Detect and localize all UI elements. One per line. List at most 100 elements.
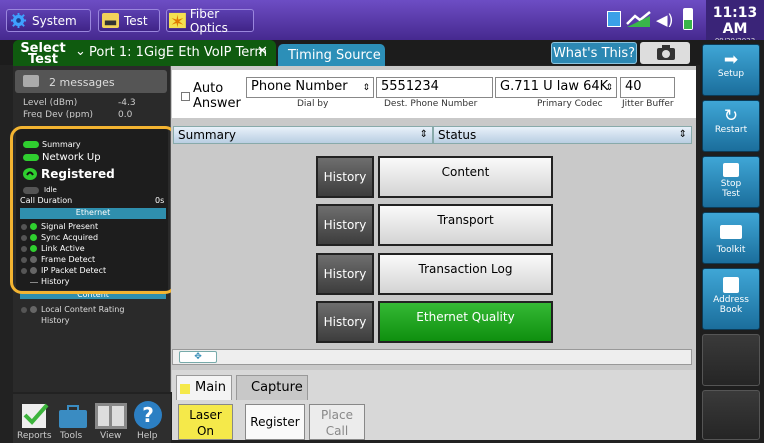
content-history-button[interactable]: History bbox=[316, 156, 374, 198]
messages-label: 2 messages bbox=[49, 76, 115, 89]
whats-this-button[interactable]: What's This? bbox=[551, 42, 637, 64]
place-call-line2: Call bbox=[325, 424, 349, 438]
svg-text:?: ? bbox=[142, 403, 154, 427]
setup-button[interactable]: ➡ Setup bbox=[702, 44, 760, 96]
dropdown-arrow-icon: ⇕ bbox=[678, 129, 687, 140]
fiber-optics-button[interactable]: Fiber Optics bbox=[166, 6, 254, 35]
fiber-burst-icon bbox=[169, 12, 186, 29]
transaction-log-button[interactable]: Transaction Log bbox=[378, 253, 553, 295]
auto-answer-line2: Answer bbox=[193, 96, 241, 111]
auto-answer-checkbox[interactable] bbox=[181, 92, 190, 101]
camera-icon bbox=[657, 45, 675, 60]
address-book-line2: Book bbox=[719, 305, 743, 315]
dial-by-label: Dial by bbox=[297, 99, 329, 109]
dest-phone-input[interactable]: 5551234 bbox=[376, 77, 493, 98]
freq-value: 0.0 bbox=[118, 110, 133, 118]
level-value: -4.3 bbox=[118, 98, 136, 108]
dest-phone-label: Dest. Phone Number bbox=[384, 99, 478, 109]
highlight-box bbox=[10, 126, 177, 294]
vnc-icon[interactable] bbox=[607, 11, 621, 27]
network-icon bbox=[626, 10, 652, 28]
select-test-button[interactable]: Select Test bbox=[13, 40, 73, 68]
content-rating-history-led bbox=[21, 307, 27, 313]
help-button[interactable]: ? bbox=[133, 400, 163, 430]
stop-test-line1: Stop bbox=[720, 179, 742, 189]
level-label: Level (dBm) bbox=[23, 98, 78, 108]
status-select-value: Status bbox=[438, 128, 477, 142]
toolkit-icon bbox=[720, 225, 742, 239]
main-tab-indicator bbox=[180, 384, 190, 394]
battery-icon bbox=[683, 8, 693, 30]
place-call-line1: Place bbox=[321, 408, 353, 422]
system-label: System bbox=[32, 13, 77, 28]
transaction-log-history-button[interactable]: History bbox=[316, 253, 374, 295]
status-select[interactable]: Status ⇕ bbox=[433, 126, 692, 144]
tools-button[interactable] bbox=[58, 405, 88, 429]
reports-button[interactable] bbox=[20, 400, 50, 430]
gear-icon bbox=[10, 12, 27, 29]
system-button[interactable]: System bbox=[6, 9, 91, 32]
content-button[interactable]: Content bbox=[378, 156, 553, 198]
ethernet-quality-history-button[interactable]: History bbox=[316, 301, 374, 343]
laser-on-button[interactable]: Laser On bbox=[178, 404, 233, 440]
speaker-icon[interactable]: ◀) bbox=[656, 11, 674, 29]
toolkit-label: Toolkit bbox=[716, 245, 746, 255]
auto-answer-label: Auto Answer bbox=[193, 81, 241, 111]
reports-label: Reports bbox=[17, 431, 52, 441]
laser-line2: On bbox=[196, 424, 215, 438]
transport-history-button[interactable]: History bbox=[316, 204, 374, 246]
summary-select[interactable]: Summary ⇕ bbox=[173, 126, 433, 144]
content-rating-led bbox=[30, 306, 37, 313]
dropdown-arrow-icon: ⇕ bbox=[362, 83, 370, 93]
transport-button[interactable]: Transport bbox=[378, 204, 553, 246]
messages-button[interactable]: 2 messages bbox=[15, 70, 167, 93]
view-layout-icon bbox=[95, 403, 127, 429]
jitter-buffer-label: Jitter Buffer bbox=[622, 99, 674, 109]
reports-icon bbox=[22, 403, 49, 428]
screenshot-button[interactable] bbox=[640, 42, 690, 64]
fiber-optics-label: Fiber Optics bbox=[189, 6, 228, 35]
view-label: View bbox=[100, 431, 122, 441]
codec-select[interactable]: G.711 U law 64K ⇕ bbox=[495, 77, 617, 98]
results-scrollbar[interactable]: ✥ bbox=[172, 349, 692, 365]
stop-test-button[interactable]: Stop Test bbox=[702, 156, 760, 208]
content-item-local-rating: Local Content Rating bbox=[41, 305, 125, 314]
content-item-history: History bbox=[41, 316, 70, 325]
ethernet-quality-button[interactable]: Ethernet Quality bbox=[378, 301, 553, 343]
test-label: Test bbox=[124, 13, 148, 28]
toolkit-button[interactable]: Toolkit bbox=[702, 212, 760, 264]
stop-icon bbox=[723, 163, 739, 177]
jitter-buffer-input[interactable]: 40 bbox=[620, 77, 675, 98]
view-button[interactable] bbox=[94, 402, 128, 430]
empty-slot-button-2 bbox=[702, 390, 760, 440]
auto-answer-line1: Auto bbox=[193, 81, 224, 96]
tab-capture[interactable]: Capture bbox=[236, 375, 308, 400]
codec-value: G.711 U law 64K bbox=[500, 79, 609, 94]
tools-label: Tools bbox=[60, 431, 83, 441]
dropdown-arrow-icon: ⇕ bbox=[605, 83, 613, 93]
tab-timing-source[interactable]: Timing Source bbox=[278, 44, 385, 66]
chevron-down-icon: ⌄ bbox=[75, 44, 86, 59]
move-handle-icon[interactable]: ✥ bbox=[179, 351, 217, 363]
arrow-right-icon: ➡ bbox=[723, 50, 739, 70]
empty-slot-button bbox=[702, 334, 760, 386]
dropdown-arrow-icon: ⇕ bbox=[419, 129, 428, 140]
setup-label: Setup bbox=[717, 69, 745, 79]
place-call-button[interactable]: Place Call bbox=[309, 404, 365, 440]
address-book-line1: Address bbox=[713, 295, 749, 305]
summary-select-value: Summary bbox=[178, 128, 236, 142]
message-icon bbox=[23, 75, 39, 87]
close-icon[interactable]: ✕ bbox=[257, 44, 268, 59]
clock-time: 11:13 AM bbox=[712, 5, 758, 37]
capture-tab-label: Capture bbox=[251, 380, 303, 395]
address-book-button[interactable]: Address Book bbox=[702, 268, 760, 330]
codec-label: Primary Codec bbox=[537, 99, 603, 109]
tab-main[interactable]: Main bbox=[176, 375, 232, 400]
test-button[interactable]: Test bbox=[98, 9, 160, 32]
register-button[interactable]: Register bbox=[245, 404, 305, 440]
stop-test-line2: Test bbox=[722, 189, 740, 199]
restart-label: Restart bbox=[714, 125, 748, 135]
restart-button[interactable]: ↻ Restart bbox=[702, 100, 760, 152]
dial-by-select[interactable]: Phone Number ⇕ bbox=[246, 77, 374, 98]
restart-icon: ↻ bbox=[723, 106, 739, 126]
